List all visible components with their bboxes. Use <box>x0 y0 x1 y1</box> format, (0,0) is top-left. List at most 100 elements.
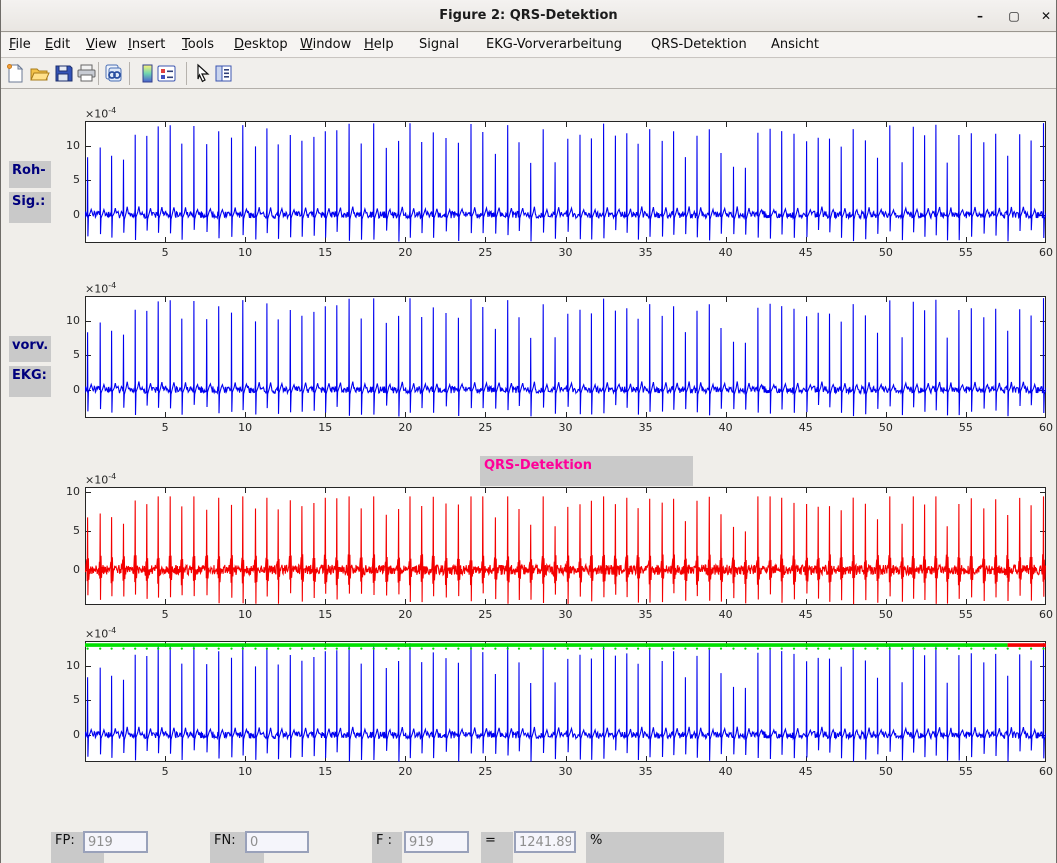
y-tick-label: 10 <box>54 315 80 326</box>
x-tick-label: 55 <box>951 609 981 621</box>
y-exponent-label: ×10-4 <box>85 281 116 296</box>
x-tick-label: 55 <box>951 247 981 259</box>
x-tick-label: 50 <box>871 766 901 778</box>
x-tick-label: 40 <box>711 247 741 259</box>
percent-label: % <box>586 832 724 863</box>
x-tick-label: 10 <box>230 247 260 259</box>
colorbar-icon[interactable] <box>137 63 158 84</box>
menu-ansicht[interactable]: Ansicht <box>771 37 819 52</box>
x-tick-label: 5 <box>150 766 180 778</box>
label-raw-signal-1: Roh- <box>9 161 51 188</box>
menu-ekg-vorverarbeitung[interactable]: EKG-Vorverarbeitung <box>486 37 622 52</box>
menu-tools[interactable]: Tools <box>182 37 214 52</box>
y-tick-label: 0 <box>54 384 80 395</box>
toolbar-separator <box>129 62 130 85</box>
label-preprocessed-2: EKG: <box>9 366 51 397</box>
x-tick-label: 20 <box>390 247 420 259</box>
x-tick-label: 35 <box>631 766 661 778</box>
figure-window: Figure 2: QRS-Detektion – ▢ ✕ File Edit Vi… <box>0 0 1057 863</box>
x-tick-label: 30 <box>551 609 581 621</box>
qrs-detection-section-title: QRS-Detektion <box>480 456 693 486</box>
pointer-icon[interactable] <box>192 63 213 84</box>
qrs-detection-title-text: QRS-Detektion <box>484 458 592 473</box>
print-icon[interactable] <box>76 63 97 84</box>
menubar: File Edit View Insert Tools Desktop Window Help… <box>1 33 1056 58</box>
x-tick-label: 15 <box>310 609 340 621</box>
y-tick-label: 5 <box>54 694 80 705</box>
toolbar <box>1 59 1056 89</box>
menu-edit[interactable]: Edit <box>45 37 70 52</box>
menu-file[interactable]: File <box>9 37 31 52</box>
x-tick-label: 60 <box>1031 609 1057 621</box>
x-tick-label: 60 <box>1031 422 1057 434</box>
y-tick-label: 5 <box>54 525 80 536</box>
y-tick-label: 0 <box>54 564 80 575</box>
f-value-field[interactable] <box>404 831 469 853</box>
menu-insert[interactable]: Insert <box>128 37 165 52</box>
x-tick-label: 45 <box>791 609 821 621</box>
plot-canvas-detection-result <box>85 641 1046 762</box>
link-plot-icon[interactable] <box>103 63 124 84</box>
save-icon[interactable] <box>53 63 74 84</box>
y-exponent-label: ×10-4 <box>85 472 116 487</box>
new-file-icon[interactable] <box>5 63 26 84</box>
f-label: F : <box>372 832 402 863</box>
plot-detection-result <box>85 641 1046 762</box>
x-tick-label: 10 <box>230 422 260 434</box>
y-tick-label: 10 <box>54 486 80 497</box>
result-value-field[interactable] <box>514 831 576 853</box>
x-tick-label: 50 <box>871 247 901 259</box>
x-tick-label: 30 <box>551 422 581 434</box>
fn-value-field[interactable] <box>245 831 309 853</box>
label-preprocessed-1: vorv. <box>9 336 51 362</box>
y-exponent-label: ×10-4 <box>85 626 116 641</box>
x-tick-label: 5 <box>150 609 180 621</box>
x-tick-label: 20 <box>390 766 420 778</box>
x-tick-label: 50 <box>871 422 901 434</box>
label-raw-signal-2: Sig.: <box>9 192 51 223</box>
legend-icon[interactable] <box>156 63 177 84</box>
x-tick-label: 45 <box>791 247 821 259</box>
x-tick-label: 10 <box>230 766 260 778</box>
x-tick-label: 40 <box>711 422 741 434</box>
x-tick-label: 35 <box>631 609 661 621</box>
y-tick-label: 0 <box>54 209 80 220</box>
toolbar-separator <box>186 62 187 85</box>
menu-window[interactable]: Window <box>300 37 351 52</box>
x-tick-label: 30 <box>551 766 581 778</box>
y-tick-label: 5 <box>54 349 80 360</box>
y-exponent-label: ×10-4 <box>85 106 116 121</box>
x-tick-label: 25 <box>470 609 500 621</box>
menu-help[interactable]: Help <box>364 37 394 52</box>
layout-editor-icon[interactable] <box>213 63 234 84</box>
x-tick-label: 25 <box>470 766 500 778</box>
close-icon[interactable]: ✕ <box>1035 6 1057 26</box>
plot-preprocessed-ekg <box>85 296 1046 418</box>
menu-qrs-detektion[interactable]: QRS-Detektion <box>651 37 747 52</box>
plot-qrs-detection <box>85 487 1046 605</box>
fp-value-field[interactable] <box>83 831 148 853</box>
menu-desktop[interactable]: Desktop <box>234 37 288 52</box>
x-tick-label: 45 <box>791 422 821 434</box>
y-tick-label: 0 <box>54 729 80 740</box>
y-tick-label: 10 <box>54 660 80 671</box>
x-tick-label: 15 <box>310 766 340 778</box>
toolbar-separator <box>98 62 99 85</box>
x-tick-label: 10 <box>230 609 260 621</box>
y-tick-label: 5 <box>54 174 80 185</box>
x-tick-label: 15 <box>310 247 340 259</box>
x-tick-label: 35 <box>631 422 661 434</box>
x-tick-label: 5 <box>150 422 180 434</box>
open-folder-icon[interactable] <box>29 63 50 84</box>
menu-signal[interactable]: Signal <box>419 37 459 52</box>
x-tick-label: 35 <box>631 247 661 259</box>
menu-view[interactable]: View <box>86 37 117 52</box>
x-tick-label: 60 <box>1031 247 1057 259</box>
x-tick-label: 55 <box>951 422 981 434</box>
titlebar: Figure 2: QRS-Detektion – ▢ ✕ <box>1 0 1056 32</box>
maximize-icon[interactable]: ▢ <box>1003 6 1025 26</box>
minimize-icon[interactable]: – <box>969 6 991 26</box>
x-tick-label: 60 <box>1031 766 1057 778</box>
plot-canvas-qrs-detection <box>85 487 1046 605</box>
y-tick-label: 10 <box>54 140 80 151</box>
